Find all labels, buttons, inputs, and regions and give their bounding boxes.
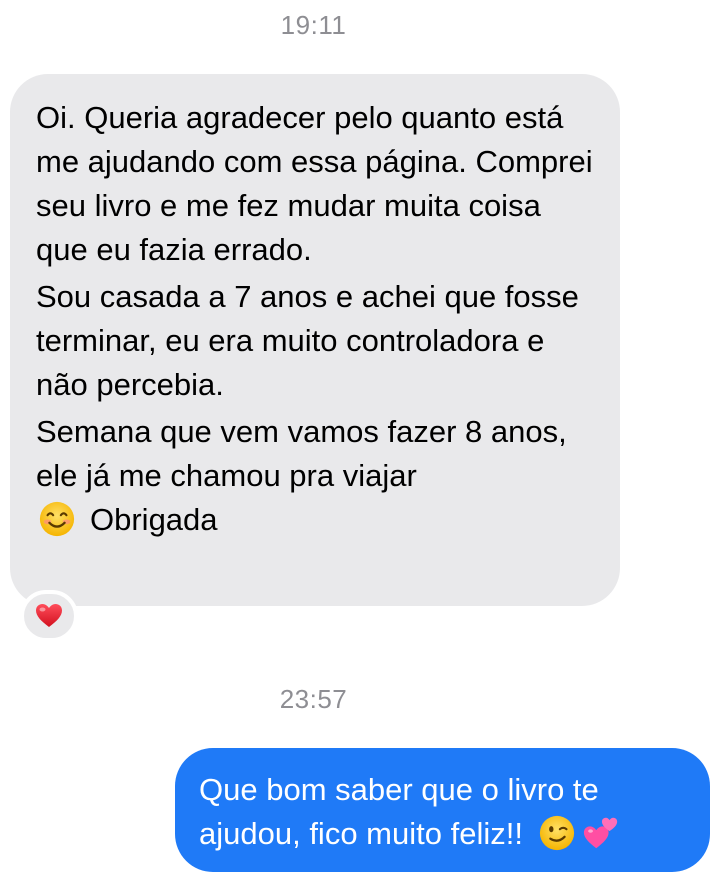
message-text: Semana que vem vamos fazer 8 anos, ele j… (36, 414, 567, 493)
smiling-face-icon (39, 501, 75, 537)
message-timestamp: 23:57 (279, 684, 348, 714)
message-paragraph: Que bom saber que o livro te ajudou, fic… (199, 768, 688, 856)
winking-face-icon (539, 815, 574, 851)
outgoing-message-bubble[interactable]: Que bom saber que o livro te ajudou, fic… (175, 748, 710, 872)
message-paragraph: Sou casada a 7 anos e achei que fosse te… (36, 279, 579, 402)
message-paragraph: Oi. Queria agradecer pelo quanto está me… (36, 100, 593, 267)
heart-icon (36, 604, 62, 627)
message-timestamp: 19:11 (280, 10, 347, 40)
message-paragraph: Semana que vem vamos fazer 8 anos, ele j… (36, 410, 596, 542)
message-reaction[interactable] (20, 590, 78, 642)
message-text: Obrigada (90, 502, 218, 537)
two-hearts-icon (583, 817, 617, 849)
incoming-message-bubble[interactable]: Oi. Queria agradecer pelo quanto está me… (10, 74, 620, 606)
